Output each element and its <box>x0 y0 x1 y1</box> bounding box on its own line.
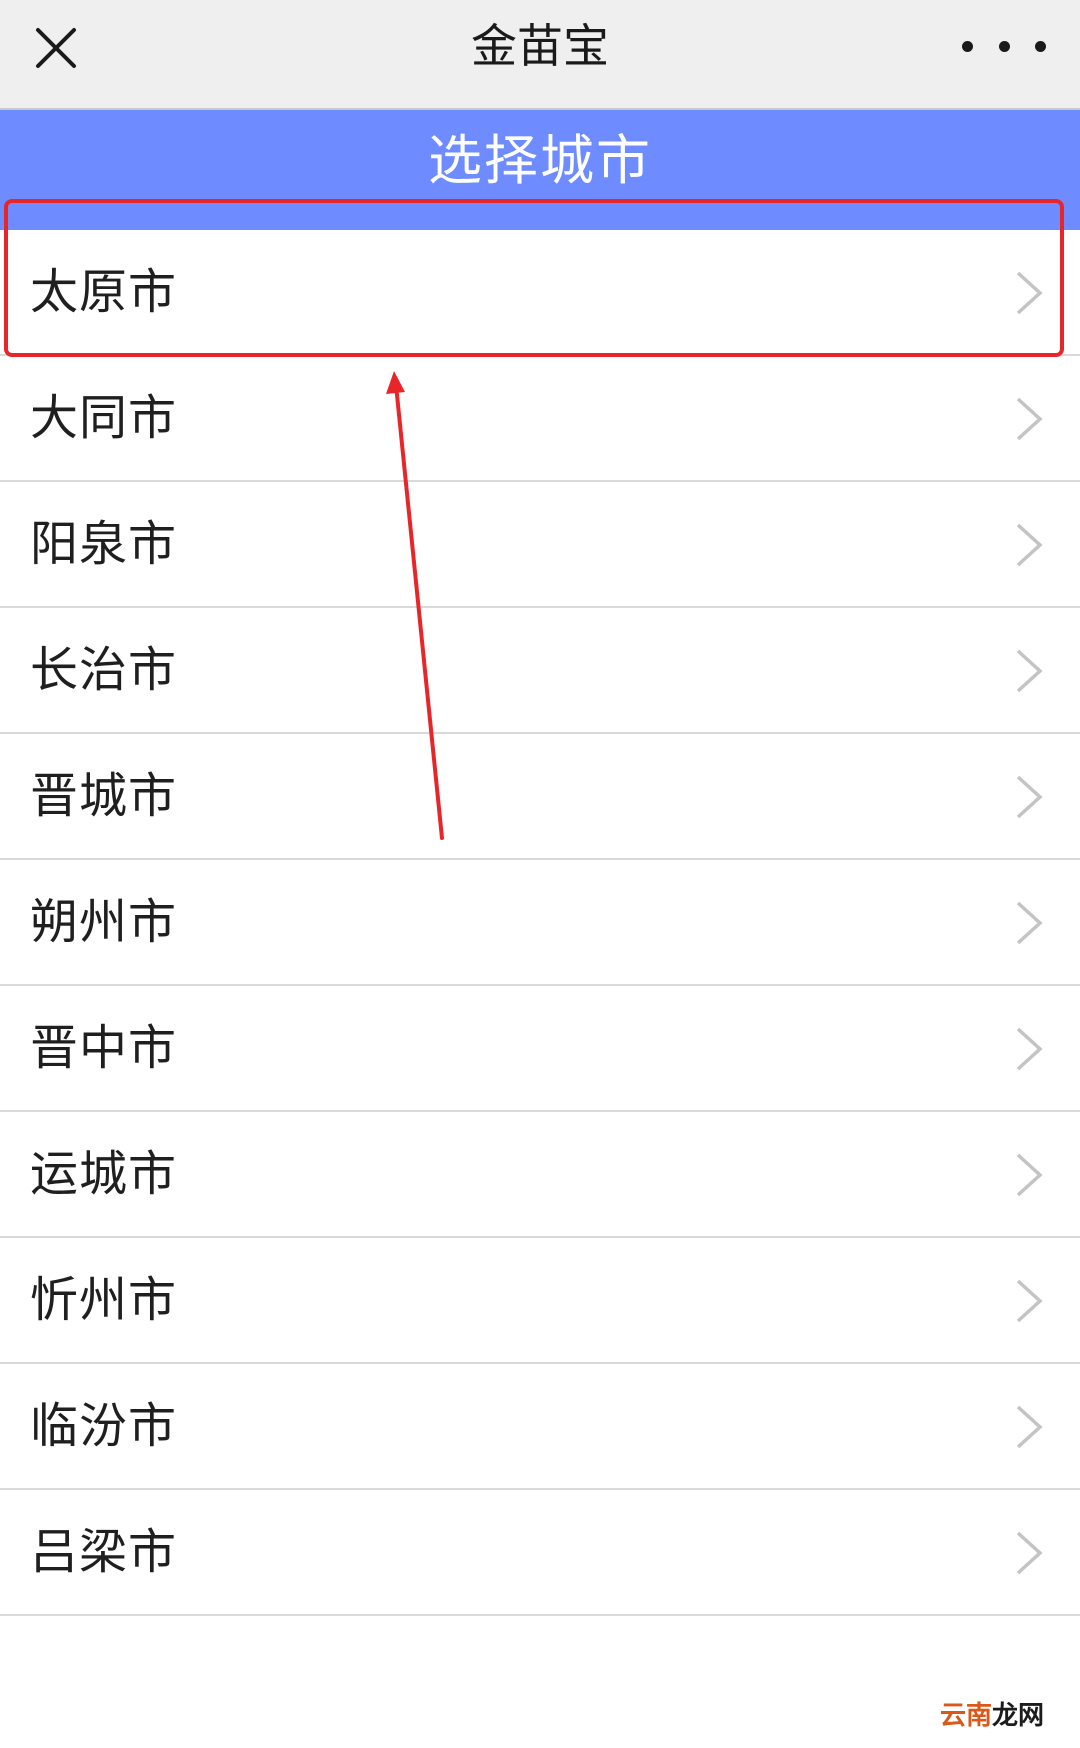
more-dots-icon <box>1035 40 1046 52</box>
chevron-right-icon <box>1016 1027 1043 1071</box>
city-list-item[interactable]: 运城市 <box>0 1112 1080 1238</box>
watermark-part1: 云南 <box>939 1701 992 1731</box>
city-list-item[interactable]: 阳泉市 <box>0 482 1080 608</box>
city-name: 大同市 <box>30 390 178 446</box>
city-list-item[interactable]: 晋城市 <box>0 734 1080 860</box>
city-name: 太原市 <box>30 264 178 320</box>
city-name: 忻州市 <box>30 1272 178 1328</box>
more-button[interactable] <box>962 22 1046 70</box>
chevron-right-icon <box>1016 901 1043 945</box>
chevron-right-icon <box>1016 1405 1043 1449</box>
chevron-right-icon <box>1016 1153 1043 1197</box>
chevron-right-icon <box>1016 775 1043 819</box>
city-name: 朔州市 <box>30 894 178 950</box>
city-name: 晋城市 <box>30 768 178 824</box>
city-list-item[interactable]: 大同市 <box>0 356 1080 482</box>
city-list-item[interactable]: 忻州市 <box>0 1238 1080 1364</box>
chevron-right-icon <box>1016 649 1043 693</box>
chevron-right-icon <box>1016 397 1043 441</box>
chevron-right-icon <box>1016 1531 1043 1575</box>
watermark: 云南龙网 <box>940 1695 1044 1732</box>
city-list-item[interactable]: 吕梁市 <box>0 1490 1080 1616</box>
top-navbar: 金苗宝 <box>0 0 1080 110</box>
chevron-right-icon <box>1016 1279 1043 1323</box>
city-list: 太原市 大同市 阳泉市 长治市 晋城市 朔州市 晋中市 运城市 忻州市 临汾市 … <box>0 230 1080 1616</box>
city-name: 长治市 <box>30 642 178 698</box>
city-list-item[interactable]: 晋中市 <box>0 986 1080 1112</box>
watermark-part2: 龙网 <box>991 1701 1044 1731</box>
city-name: 临汾市 <box>30 1398 178 1454</box>
city-list-item[interactable]: 临汾市 <box>0 1364 1080 1490</box>
page-header: 选择城市 <box>0 110 1080 230</box>
more-dots-icon <box>998 40 1010 52</box>
city-list-item[interactable]: 朔州市 <box>0 860 1080 986</box>
more-dots-icon <box>962 40 973 52</box>
app-title: 金苗宝 <box>471 19 609 73</box>
page-title: 选择城市 <box>428 129 652 192</box>
chevron-right-icon <box>1016 271 1043 315</box>
city-name: 吕梁市 <box>30 1524 178 1580</box>
chevron-right-icon <box>1016 523 1043 567</box>
city-name: 晋中市 <box>30 1020 178 1076</box>
city-name: 运城市 <box>30 1146 178 1202</box>
city-name: 阳泉市 <box>30 516 178 572</box>
city-list-item[interactable]: 长治市 <box>0 608 1080 734</box>
city-list-item[interactable]: 太原市 <box>0 230 1080 356</box>
